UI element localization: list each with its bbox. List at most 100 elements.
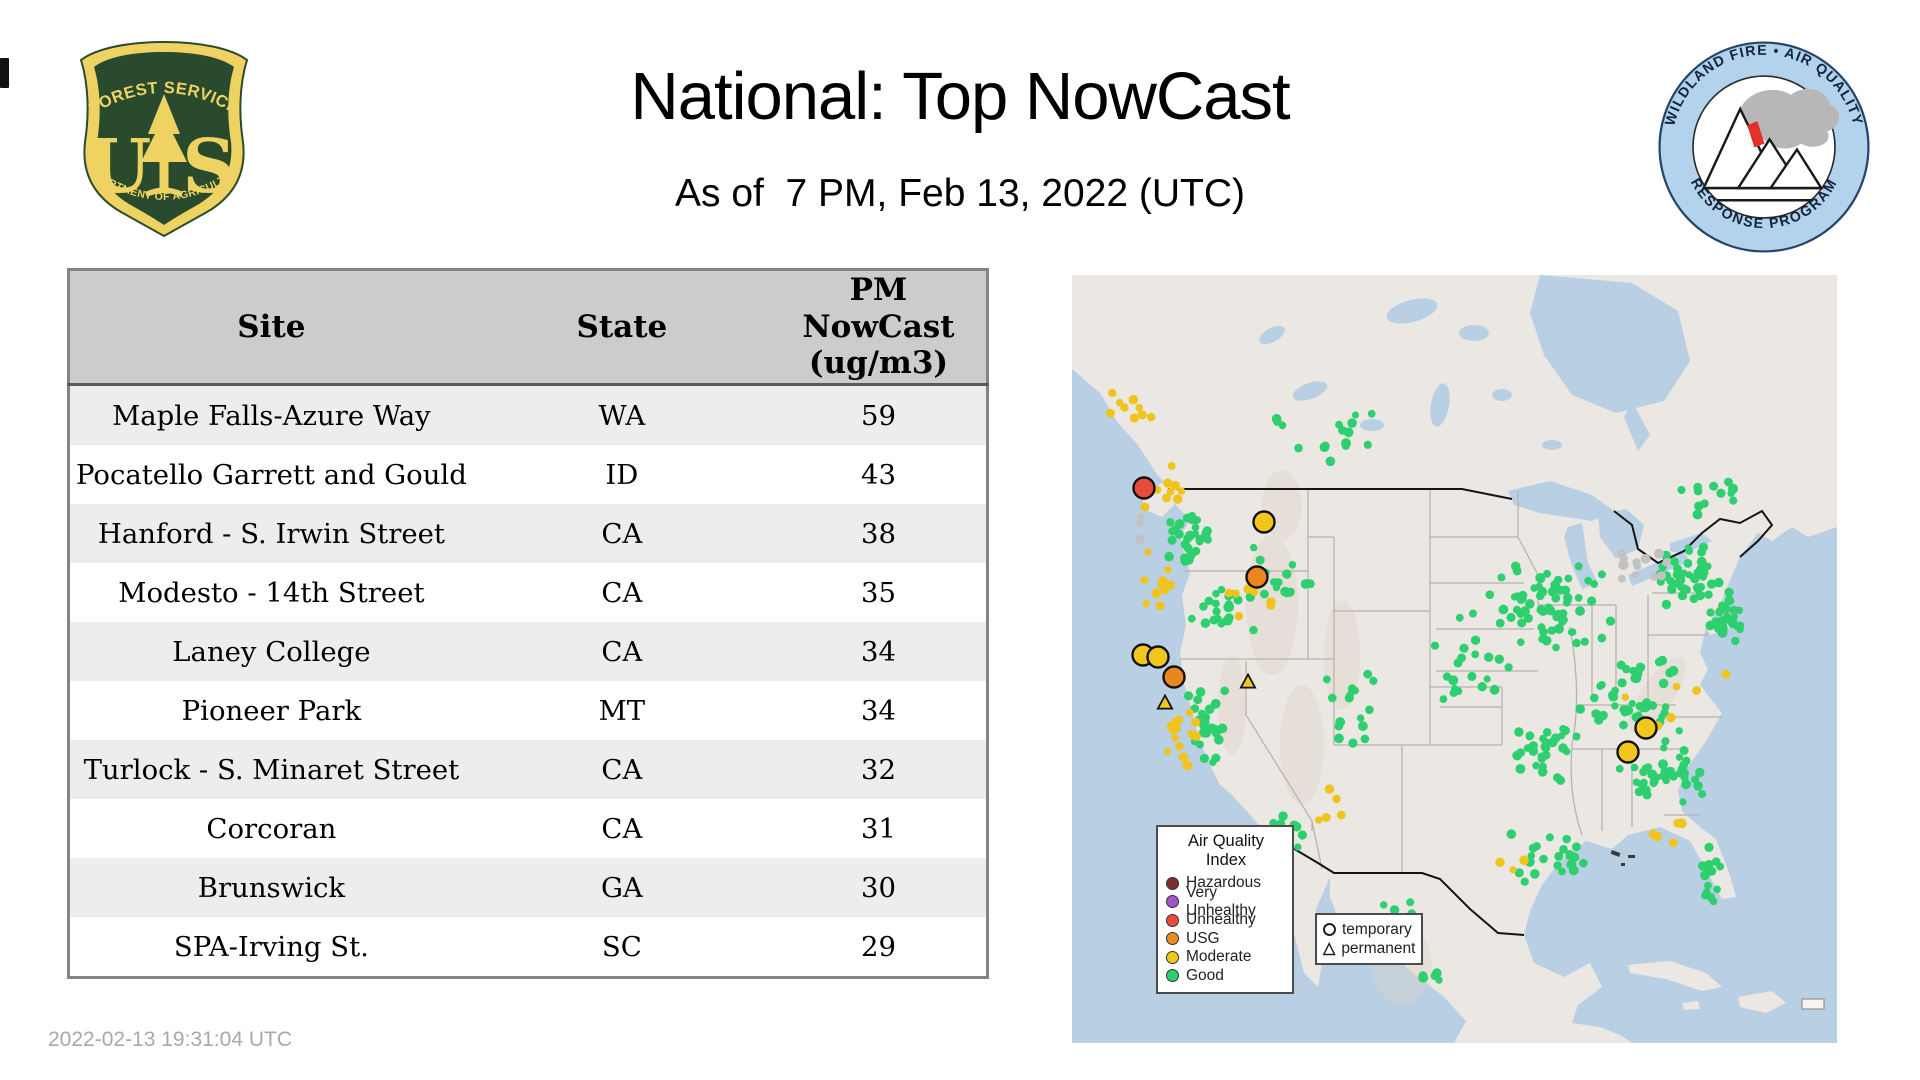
monitor-dot-moderate: [1172, 494, 1183, 504]
monitor-dot-good: [1617, 678, 1627, 688]
monitor-dot-good: [1495, 618, 1505, 628]
monitor-dot-good: [1563, 595, 1573, 604]
type-legend-item: △ permanent: [1323, 939, 1415, 958]
monitor-dot-good: [1539, 627, 1548, 637]
page-title: National: Top NowCast: [630, 59, 1290, 134]
monitor-dot-moderate: [1234, 611, 1244, 621]
cell-state: CA: [601, 517, 643, 550]
monitor-dot-good: [1639, 767, 1648, 777]
monitor-dot-good: [1698, 861, 1708, 871]
monitor-dot-good: [1199, 753, 1209, 763]
monitor-dot-good: [1504, 663, 1513, 672]
aqi-legend-items: Hazardous Very Unhealthy Unhealthy USG Moder…: [1166, 874, 1286, 985]
monitor-dot-good: [1202, 526, 1212, 536]
monitor-dot-good: [1325, 456, 1336, 467]
monitor-dot-good: [1335, 420, 1343, 429]
monitor-dot-good: [1539, 588, 1547, 597]
monitor-dot-good: [1692, 509, 1703, 520]
monitor-dot-good: [1692, 583, 1703, 593]
monitor-dot-moderate: [1692, 686, 1701, 695]
monitor-dot-good: [1471, 650, 1480, 659]
monitor-dot-good: [1716, 488, 1726, 498]
monitor-dot-good: [1689, 594, 1699, 604]
monitor-dot-moderate: [1166, 721, 1175, 731]
monitor-dot-good: [1693, 482, 1702, 492]
monitor-dot-good: [1661, 737, 1670, 746]
monitor-dot-good: [1186, 550, 1196, 560]
top-site-marker-moderate: [1616, 740, 1640, 764]
col-header-site: Site: [68, 269, 473, 386]
monitor-dot-good: [1669, 772, 1678, 781]
wildland-fire-air-quality-logo: WILDLAND FIRE • AIR QUALITY RESPONSE PRO…: [1658, 41, 1870, 253]
monitor-dot-moderate: [1108, 388, 1117, 398]
aqi-color-swatch: [1166, 969, 1179, 983]
monitor-dot-good: [1193, 516, 1202, 524]
monitor-dot-moderate: [1321, 813, 1331, 822]
monitor-dot-good: [1677, 485, 1686, 495]
monitor-dot-good: [1530, 869, 1540, 879]
monitor-dot-good: [1168, 527, 1177, 536]
monitor-dot-good: [1553, 773, 1562, 782]
monitor-dot-gray: [1619, 554, 1629, 564]
monitor-dot-good: [1542, 728, 1552, 737]
monitor-dot-moderate: [1155, 601, 1165, 611]
monitor-dot-good: [1580, 637, 1589, 646]
monitor-dot-good: [1716, 862, 1724, 871]
monitor-dot-good: [1675, 727, 1683, 735]
monitor-dot-good: [1684, 544, 1692, 552]
monitor-dot-good: [1579, 858, 1588, 868]
monitor-dot-good: [1195, 687, 1206, 697]
monitor-dot-good: [1714, 577, 1724, 588]
cell-pm: 59: [860, 399, 896, 432]
aqi-legend-item: Very Unhealthy: [1166, 884, 1286, 919]
monitor-dot-good: [1485, 590, 1495, 599]
monitor-dot-good: [1528, 843, 1538, 853]
aqi-color-swatch: [1166, 950, 1179, 964]
cell-site: Corcoran: [206, 812, 337, 845]
cell-site: Laney College: [172, 635, 371, 668]
monitor-dot-good: [1736, 626, 1744, 634]
monitor-dot-good: [1676, 583, 1685, 591]
monitor-dot-moderate: [1171, 733, 1180, 742]
monitor-dot-good: [1615, 764, 1624, 773]
monitor-dot-good: [1214, 735, 1224, 745]
monitor-dot-good: [1380, 901, 1388, 909]
monitor-dot-good: [1294, 843, 1302, 851]
top-site-marker-usg: [1162, 665, 1186, 689]
monitor-dot-good: [1517, 638, 1525, 646]
monitor-dot-good: [1260, 589, 1269, 599]
top-site-marker-moderate: [1634, 716, 1658, 740]
monitor-dot-good: [1536, 574, 1546, 584]
monitor-dot-moderate: [1163, 478, 1173, 488]
monitor-dot-good: [1658, 678, 1669, 689]
monitor-dot-good: [1700, 499, 1709, 508]
monitor-dot-good: [1562, 834, 1571, 844]
permanent-triangle-icon: △: [1323, 940, 1336, 957]
monitor-dot-good: [1305, 579, 1315, 589]
aqi-legend-label: USG: [1186, 929, 1220, 947]
monitor-dot-gray: [1654, 548, 1664, 559]
monitor-dot-good: [1199, 720, 1209, 730]
table-row: Pocatello Garrett and Gould ID 43: [68, 445, 988, 504]
monitor-dot-good: [1195, 740, 1204, 749]
monitor-dot-good: [1167, 535, 1177, 545]
monitor-dot-good: [1619, 720, 1628, 730]
monitor-dot-good: [1459, 644, 1468, 653]
cell-site: Hanford - S. Irwin Street: [97, 517, 445, 550]
monitor-dot-good: [1209, 758, 1217, 766]
monitor-dot-good: [1704, 881, 1712, 890]
monitor-dot-good: [1249, 625, 1258, 635]
monitor-dot-good: [1250, 543, 1258, 552]
table-row: Brunswick GA 30: [68, 858, 988, 917]
monitor-dot-good: [1453, 658, 1463, 668]
monitor-dot-good: [1537, 767, 1548, 777]
monitor-dot-good: [1294, 443, 1303, 453]
monitor-dot-good: [1367, 409, 1376, 418]
monitor-dot-moderate: [1137, 410, 1147, 420]
monitor-dot-good: [1587, 596, 1597, 606]
monitor-dot-good: [1575, 704, 1585, 714]
monitor-dot-good: [1706, 608, 1715, 617]
cell-pm: 34: [860, 694, 896, 727]
monitor-dot-good: [1704, 842, 1714, 853]
monitor-dot-good: [1611, 702, 1619, 710]
